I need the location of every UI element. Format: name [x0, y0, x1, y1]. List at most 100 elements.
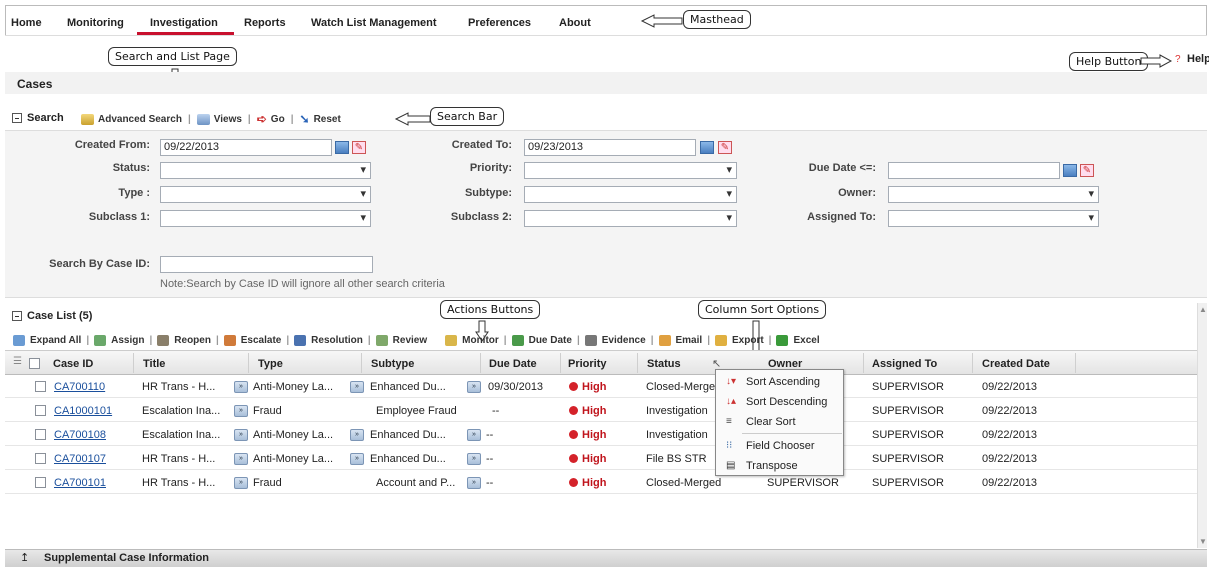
type-select[interactable] [160, 186, 371, 203]
tab-monitoring[interactable]: Monitoring [67, 17, 124, 29]
due-date-button[interactable]: Due Date [529, 335, 572, 346]
column-header-status[interactable]: Status [647, 358, 681, 370]
assign-button[interactable]: Assign [111, 335, 144, 346]
menu-item-sort-ascending[interactable]: ↓▾ Sort Ascending [716, 372, 843, 392]
review-button[interactable]: Review [393, 335, 427, 346]
expand-title-icon[interactable]: » [234, 477, 248, 489]
expand-subtype-icon[interactable]: » [467, 477, 481, 489]
table-row[interactable]: CA700107 HR Trans - H... » Anti-Money La… [5, 449, 1197, 470]
case-id-link[interactable]: CA700101 [54, 477, 106, 489]
search-section-header[interactable]: Search [12, 112, 64, 124]
scroll-down-icon[interactable]: ▼ [1199, 537, 1207, 546]
menu-item-clear-sort[interactable]: ≡ Clear Sort [716, 412, 843, 432]
tab-about[interactable]: About [559, 17, 591, 29]
case-id-input[interactable] [160, 256, 373, 273]
menu-item-field-chooser[interactable]: ⁝⁝ Field Chooser [716, 436, 843, 456]
expand-type-icon[interactable]: » [350, 381, 364, 393]
column-header-subtype[interactable]: Subtype [371, 358, 414, 370]
expand-title-icon[interactable]: » [234, 453, 248, 465]
expand-title-icon[interactable]: » [234, 405, 248, 417]
case-id-link[interactable]: CA700108 [54, 429, 106, 441]
expand-subtype-icon[interactable]: » [467, 429, 481, 441]
priority-select[interactable] [524, 162, 737, 179]
column-header-assigned-to[interactable]: Assigned To [872, 358, 937, 370]
clear-date-icon[interactable]: ✎ [352, 141, 366, 154]
owner-select[interactable] [888, 186, 1099, 203]
help-icon[interactable]: ? [1175, 54, 1181, 65]
calendar-icon[interactable] [1063, 164, 1077, 177]
evidence-button[interactable]: Evidence [602, 335, 646, 346]
expand-type-icon[interactable]: » [350, 453, 364, 465]
expand-subtype-icon[interactable]: » [467, 453, 481, 465]
column-header-title[interactable]: Title [143, 358, 165, 370]
column-header-case-id[interactable]: Case ID [53, 358, 93, 370]
expand-type-icon[interactable]: » [350, 429, 364, 441]
priority-text: High [582, 405, 607, 417]
column-header-priority[interactable]: Priority [568, 358, 607, 370]
collapse-icon[interactable] [12, 113, 22, 123]
row-checkbox[interactable] [35, 477, 46, 488]
excel-button[interactable]: Excel [793, 335, 819, 346]
table-row[interactable]: CA1000101 Escalation Ina... » Fraud Empl… [5, 401, 1197, 422]
menu-divider [742, 433, 842, 434]
expand-all-button[interactable]: Expand All [30, 335, 81, 346]
created-from-input[interactable]: 09/22/2013 [160, 139, 332, 156]
select-all-checkbox[interactable] [29, 358, 40, 369]
help-button[interactable]: Help [1187, 53, 1209, 65]
column-header-created-date[interactable]: Created Date [982, 358, 1050, 370]
clear-date-icon[interactable]: ✎ [718, 141, 732, 154]
escalate-button[interactable]: Escalate [241, 335, 282, 346]
advanced-search-button[interactable]: Advanced Search [98, 114, 182, 125]
expand-title-icon[interactable]: » [234, 381, 248, 393]
menu-label: Field Chooser [746, 440, 815, 452]
tab-watch-list-management[interactable]: Watch List Management [311, 17, 437, 29]
calendar-icon[interactable] [335, 141, 349, 154]
export-button[interactable]: Export [732, 335, 764, 346]
menu-item-transpose[interactable]: ▤ Transpose [716, 456, 843, 476]
case-id-link[interactable]: CA1000101 [54, 405, 112, 417]
case-id-link[interactable]: CA700110 [54, 381, 105, 393]
table-row[interactable]: CA700101 HR Trans - H... » Fraud Account… [5, 473, 1197, 494]
due-date-input[interactable] [888, 162, 1060, 179]
case-list-header[interactable]: Case List (5) [12, 310, 92, 322]
scroll-up-icon[interactable]: ▲ [1199, 305, 1207, 314]
views-button[interactable]: Views [214, 114, 242, 125]
column-header-due-date[interactable]: Due Date [489, 358, 537, 370]
tab-home[interactable]: Home [11, 17, 42, 29]
subtype-select[interactable] [524, 186, 737, 203]
table-row[interactable]: CA700108 Escalation Ina... » Anti-Money … [5, 425, 1197, 446]
calendar-icon[interactable] [700, 141, 714, 154]
expand-up-icon[interactable]: ↥ [20, 551, 29, 564]
collapse-icon[interactable] [12, 311, 22, 321]
created-to-input[interactable]: 09/23/2013 [524, 139, 696, 156]
subclass1-select[interactable] [160, 210, 371, 227]
row-checkbox[interactable] [35, 453, 46, 464]
resolution-button[interactable]: Resolution [311, 335, 363, 346]
subclass2-select[interactable] [524, 210, 737, 227]
row-checkbox[interactable] [35, 405, 46, 416]
due-date-label: Due Date <=: [808, 162, 876, 174]
status-select[interactable] [160, 162, 371, 179]
reset-button[interactable]: Reset [314, 114, 341, 125]
clear-date-icon[interactable]: ✎ [1080, 164, 1094, 177]
assigned-to-select[interactable] [888, 210, 1099, 227]
priority-text: High [582, 429, 607, 441]
monitor-button[interactable]: Monitor [462, 335, 499, 346]
menu-item-sort-descending[interactable]: ↓▴ Sort Descending [716, 392, 843, 412]
expand-title-icon[interactable]: » [234, 429, 248, 441]
column-header-type[interactable]: Type [258, 358, 283, 370]
case-id-link[interactable]: CA700107 [54, 453, 106, 465]
reopen-button[interactable]: Reopen [174, 335, 211, 346]
cell-priority: High [569, 429, 606, 441]
email-button[interactable]: Email [676, 335, 703, 346]
row-checkbox[interactable] [35, 381, 46, 392]
table-row[interactable]: CA700110 HR Trans - H... » Anti-Money La… [5, 377, 1197, 398]
row-checkbox[interactable] [35, 429, 46, 440]
vertical-scrollbar[interactable] [1197, 303, 1207, 548]
expand-subtype-icon[interactable]: » [467, 381, 481, 393]
tab-investigation[interactable]: Investigation [150, 17, 218, 29]
go-button[interactable]: Go [271, 114, 285, 125]
tab-preferences[interactable]: Preferences [468, 17, 531, 29]
row-select-icon[interactable]: ☰ [13, 356, 22, 367]
tab-reports[interactable]: Reports [244, 17, 286, 29]
